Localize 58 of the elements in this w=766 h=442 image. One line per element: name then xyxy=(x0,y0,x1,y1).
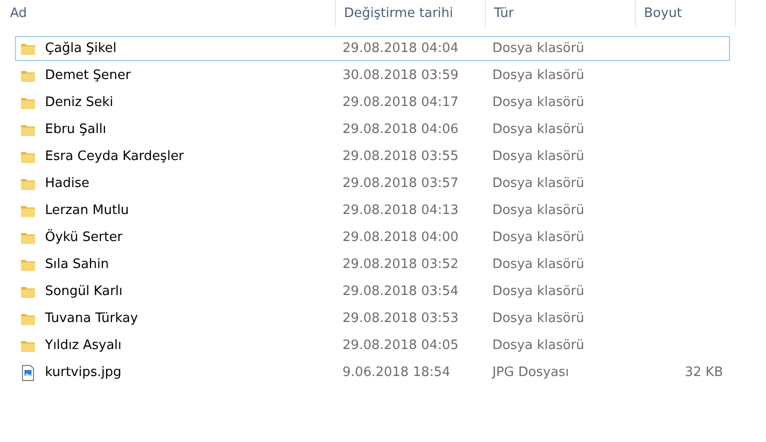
modified-date: 29.08.2018 04:04 xyxy=(342,41,459,56)
file-row[interactable]: Demet Şener 30.08.2018 03:59 Dosya klasörü xyxy=(15,63,730,88)
file-name: Çağla Şikel xyxy=(45,41,117,56)
file-row[interactable]: Esra Ceyda Kardeşler 29.08.2018 03:55 Dosya klasörü xyxy=(15,144,730,169)
file-type: Dosya klasörü xyxy=(492,41,584,56)
modified-date: 29.08.2018 04:06 xyxy=(342,122,459,137)
file-row[interactable]: Lerzan Mutlu 29.08.2018 04:13 Dosya klasörü xyxy=(15,198,730,223)
file-row[interactable]: Hadise 29.08.2018 03:57 Dosya klasörü xyxy=(15,171,730,196)
file-name: Yıldız Asyalı xyxy=(45,338,122,353)
file-row[interactable]: Tuvana Türkay 29.08.2018 03:53 Dosya klasörü xyxy=(15,306,730,331)
file-name: Esra Ceyda Kardeşler xyxy=(45,149,184,164)
file-name: Deniz Seki xyxy=(45,95,114,110)
file-type: Dosya klasörü xyxy=(492,284,584,299)
file-type: Dosya klasörü xyxy=(492,95,584,110)
modified-date: 30.08.2018 03:59 xyxy=(342,68,459,83)
file-type: JPG Dosyası xyxy=(492,365,569,380)
image-file-icon xyxy=(20,364,36,380)
file-type: Dosya klasörü xyxy=(492,68,584,83)
modified-date: 29.08.2018 03:55 xyxy=(342,149,459,164)
file-type: Dosya klasörü xyxy=(492,122,584,137)
modified-date: 29.08.2018 03:57 xyxy=(342,176,459,191)
file-row[interactable]: Deniz Seki 29.08.2018 04:17 Dosya klasörü xyxy=(15,90,730,115)
file-type: Dosya klasörü xyxy=(492,257,584,272)
file-type: Dosya klasörü xyxy=(492,176,584,191)
file-size: 32 KB xyxy=(684,365,723,380)
modified-date: 29.08.2018 03:54 xyxy=(342,284,459,299)
file-name: Ebru Şallı xyxy=(45,122,106,137)
file-name: kurtvips.jpg xyxy=(45,365,122,380)
file-row[interactable]: Sıla Sahin 29.08.2018 03:52 Dosya klasörü xyxy=(15,252,730,277)
modified-date: 29.08.2018 03:53 xyxy=(342,311,459,326)
file-type: Dosya klasörü xyxy=(492,203,584,218)
file-row[interactable]: Yıldız Asyalı 29.08.2018 04:05 Dosya klasörü xyxy=(15,333,730,358)
modified-date: 29.08.2018 04:05 xyxy=(342,338,459,353)
column-header[interactable]: Boyut xyxy=(636,0,736,27)
modified-date: 29.08.2018 04:17 xyxy=(342,95,459,110)
file-type: Dosya klasörü xyxy=(492,149,584,164)
modified-date: 29.08.2018 04:13 xyxy=(342,203,459,218)
file-name: Hadise xyxy=(45,176,90,191)
file-type: Dosya klasörü xyxy=(492,230,584,245)
file-type: Dosya klasörü xyxy=(492,311,584,326)
file-type: Dosya klasörü xyxy=(492,338,584,353)
file-name: Tuvana Türkay xyxy=(45,311,138,326)
modified-date: 29.08.2018 03:52 xyxy=(342,257,459,272)
modified-date: 9.06.2018 18:54 xyxy=(342,365,450,380)
column-header[interactable]: Değiştirme tarihi xyxy=(336,0,486,27)
file-row[interactable]: Ebru Şallı 29.08.2018 04:06 Dosya klasörü xyxy=(15,117,730,142)
file-name: Öykü Serter xyxy=(45,230,122,245)
file-name: Songül Karlı xyxy=(45,284,123,299)
modified-date: 29.08.2018 04:00 xyxy=(342,230,459,245)
file-name: Lerzan Mutlu xyxy=(45,203,129,218)
column-header[interactable]: Ad xyxy=(0,0,336,27)
file-row[interactable]: kurtvips.jpg 9.06.2018 18:54 JPG Dosyası 32 KB xyxy=(15,360,730,385)
file-row[interactable]: Songül Karlı 29.08.2018 03:54 Dosya klasörü xyxy=(15,279,730,304)
column-header[interactable]: Tür xyxy=(486,0,636,27)
file-name: Demet Şener xyxy=(45,68,131,83)
file-name: Sıla Sahin xyxy=(45,257,109,272)
file-row[interactable]: Öykü Serter 29.08.2018 04:00 Dosya klasörü xyxy=(15,225,730,250)
file-row[interactable]: Çağla Şikel 29.08.2018 04:04 Dosya klasörü xyxy=(15,36,730,61)
